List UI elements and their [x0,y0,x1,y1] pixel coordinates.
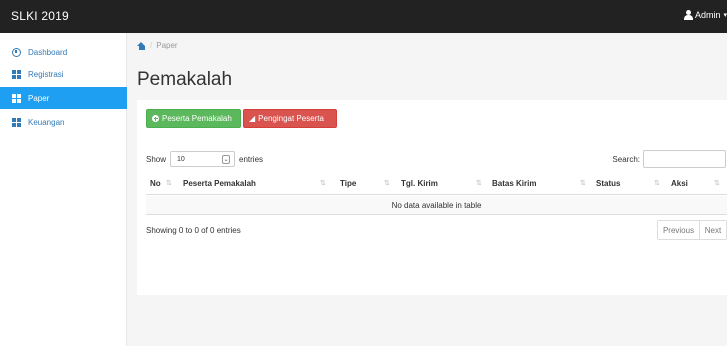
sort-icon: ⇅ [384,180,390,187]
column-header-tipe[interactable]: Tipe [340,179,356,188]
table-empty-row: No data available in table [146,196,727,215]
pengingat-peserta-button[interactable]: ◢ Pengingat Peserta [243,109,337,128]
table-search: Search: [612,150,726,168]
sort-icon: ⇅ [714,180,720,187]
previous-page-button[interactable]: Previous [657,220,700,240]
breadcrumb: / Paper [137,41,178,50]
pengingat-peserta-label: Pengingat Peserta [258,114,324,123]
sort-icon: ⇅ [320,180,326,187]
user-label: Admin [694,10,721,20]
sidebar-item-label: Paper [28,93,50,103]
sort-icon: ⇅ [476,180,482,187]
search-label: Search: [612,154,640,164]
search-input[interactable] [643,150,726,168]
page-title: Pemakalah [137,69,233,90]
entries-select-value: 10 [177,155,185,163]
breadcrumb-separator: / [150,41,153,50]
content-panel: Peserta Pemakalah ◢ Pengingat Peserta Sh… [137,100,727,295]
chevron-down-icon: ⌄ [222,154,231,164]
sidebar-item-paper[interactable]: Paper [0,87,127,109]
sidebar: Dashboard Registrasi Paper Keuangan [0,33,127,346]
app-title[interactable]: SLKI 2019 [11,9,69,23]
table-info: Showing 0 to 0 of 0 entries [146,226,241,235]
column-header-batas-kirim[interactable]: Batas Kirim [492,179,536,188]
top-navbar: SLKI 2019 Admin ▾ [0,0,727,33]
entries-length-control: Show 10 ⌄ entries [146,151,263,167]
main-content: / Paper Pemakalah Peserta Pemakalah ◢ Pe… [127,33,727,346]
column-header-peserta-pemakalah[interactable]: Peserta Pemakalah [183,179,256,188]
grid-icon [12,117,21,127]
peserta-pemakalah-label: Peserta Pemakalah [162,114,232,123]
breadcrumb-current: Paper [156,41,178,50]
dashboard-icon [12,47,21,57]
column-header-aksi[interactable]: Aksi [671,179,688,188]
show-label: Show [146,154,167,164]
sidebar-item-label: Dashboard [28,47,68,57]
peserta-pemakalah-button[interactable]: Peserta Pemakalah [146,109,241,128]
user-icon [683,10,693,20]
entries-select[interactable]: 10 ⌄ [170,151,236,167]
bullhorn-icon: ◢ [249,113,256,123]
sort-icon: ⇅ [580,180,586,187]
chevron-down-icon: ▾ [723,12,727,19]
grid-icon [12,69,21,79]
column-header-status[interactable]: Status [596,179,620,188]
user-menu[interactable]: Admin ▾ [683,10,727,20]
plus-circle-icon [152,115,159,122]
sort-icon: ⇅ [654,180,660,187]
sidebar-item-keuangan[interactable]: Keuangan [0,111,127,133]
entries-label: entries [239,154,264,164]
sidebar-item-dashboard[interactable]: Dashboard [0,41,127,63]
column-header-tgl-kirim[interactable]: Tgl. Kirim [401,179,438,188]
sidebar-item-label: Registrasi [28,69,64,79]
sidebar-item-label: Keuangan [28,117,65,127]
next-page-button[interactable]: Next [700,220,727,240]
pagination: Previous Next [657,220,727,240]
column-header-no[interactable]: No [150,179,161,188]
table-header: No ⇅ Peserta Pemakalah ⇅ Tipe ⇅ Tgl. Kir… [146,173,727,195]
home-icon[interactable] [137,41,146,50]
grid-icon [12,93,21,103]
sort-icon: ⇅ [166,180,172,187]
sidebar-item-registrasi[interactable]: Registrasi [0,63,127,85]
